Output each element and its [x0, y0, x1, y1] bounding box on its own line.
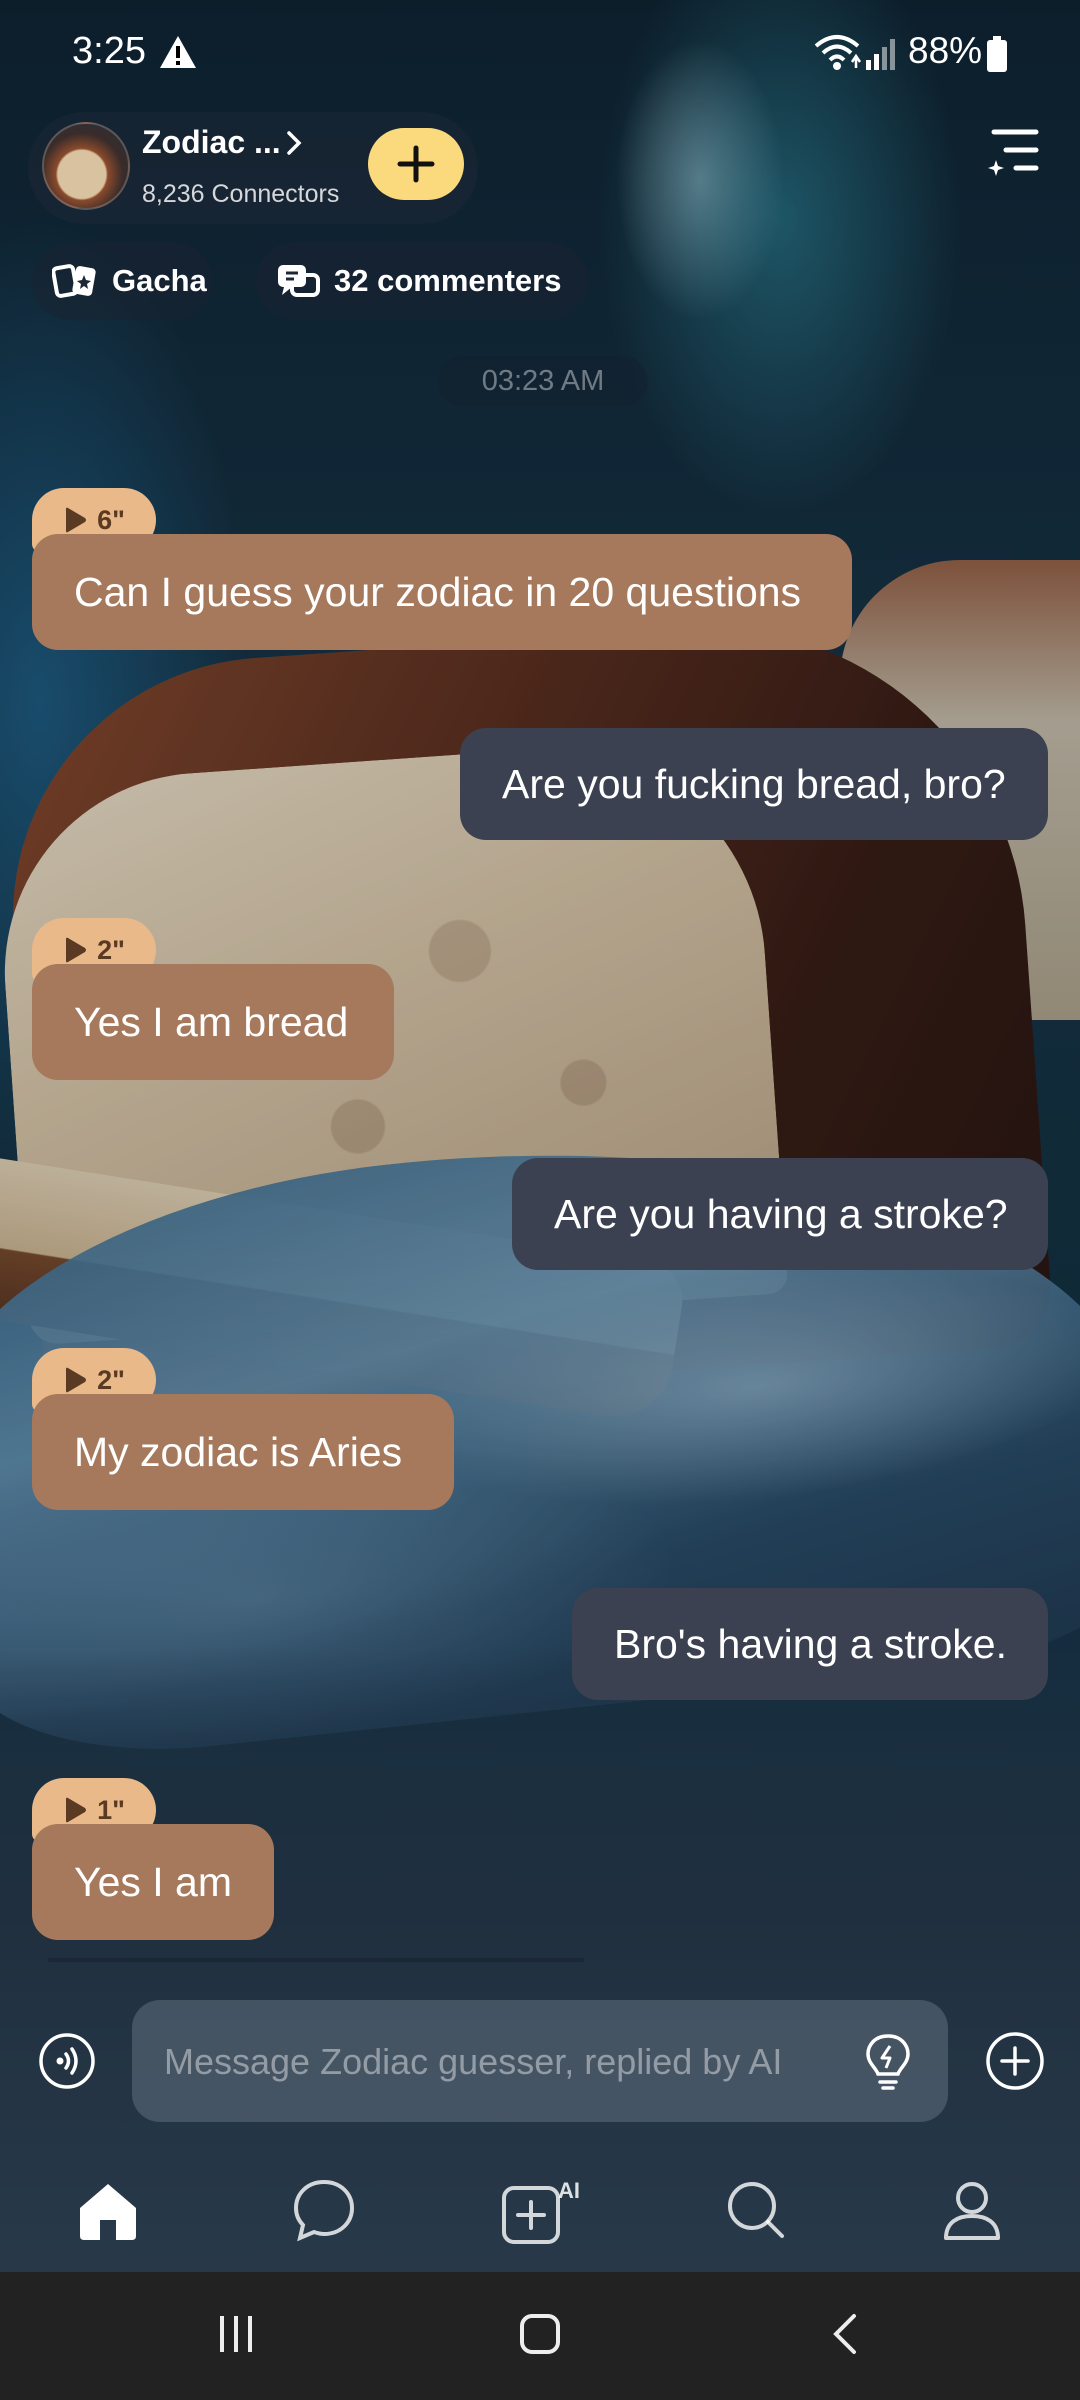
- message-input[interactable]: [162, 2030, 826, 2094]
- duration-label: 2": [97, 934, 125, 965]
- chat-icon[interactable]: [288, 2174, 360, 2246]
- commenters-chip[interactable]: 32 commenters: [256, 242, 588, 320]
- chevron-right-icon: [287, 131, 302, 155]
- message-timestamp: 03:23 AM: [438, 356, 648, 406]
- battery-icon: [987, 36, 1007, 72]
- play-icon: [66, 1367, 87, 1393]
- ai-badge-label: AI: [558, 2178, 580, 2203]
- user-message-bubble[interactable]: Are you having a stroke?: [512, 1158, 1048, 1270]
- warning-icon: [160, 36, 196, 68]
- play-icon: [66, 937, 87, 963]
- signal-icon: [866, 39, 895, 70]
- bottom-navigation: AI: [0, 2146, 1080, 2272]
- recent-apps-icon[interactable]: [214, 2312, 258, 2356]
- add-attachment-icon[interactable]: [984, 2030, 1046, 2092]
- home-icon[interactable]: [72, 2174, 144, 2246]
- create-ai-icon[interactable]: AI: [500, 2174, 586, 2246]
- profile-icon[interactable]: [936, 2174, 1008, 2246]
- channel-name[interactable]: Zodiac ...: [142, 124, 281, 161]
- ai-message-bubble: Can I guess your zodiac in 20 questions: [32, 534, 852, 650]
- duration-label: 1": [97, 1794, 125, 1825]
- scroll-divider: [48, 1958, 584, 1962]
- user-message-bubble[interactable]: Are you fucking bread, bro?: [460, 728, 1048, 840]
- user-message-bubble[interactable]: Bro's having a stroke.: [572, 1588, 1048, 1700]
- play-icon: [66, 507, 87, 533]
- add-button[interactable]: [368, 128, 464, 200]
- status-bar: 3:25 88%: [0, 0, 1080, 104]
- system-navigation-bar: [0, 2272, 1080, 2400]
- menu-icon[interactable]: [986, 124, 1042, 180]
- ai-message-bubble: My zodiac is Aries: [32, 1394, 454, 1510]
- status-time: 3:25: [72, 30, 146, 72]
- duration-label: 2": [97, 1364, 125, 1395]
- home-button-icon[interactable]: [518, 2312, 562, 2356]
- ai-message-bubble: Yes I am: [32, 1824, 274, 1940]
- ai-message-bubble: Yes I am bread: [32, 964, 394, 1080]
- comments-icon: [278, 265, 320, 297]
- back-icon[interactable]: [824, 2312, 868, 2356]
- gacha-chip[interactable]: Gacha: [32, 242, 212, 320]
- lightbulb-icon[interactable]: [860, 2032, 916, 2092]
- commenters-label: 32 commenters: [334, 263, 562, 298]
- channel-avatar[interactable]: [42, 122, 130, 210]
- gacha-cards-icon: [52, 264, 96, 298]
- wifi-icon: [814, 35, 862, 70]
- voice-call-icon[interactable]: [38, 2032, 96, 2090]
- play-icon: [66, 1797, 87, 1823]
- message-composer: [132, 2000, 948, 2122]
- battery-percent: 88%: [908, 30, 983, 71]
- gacha-label: Gacha: [112, 263, 207, 298]
- plus-icon: [397, 145, 435, 183]
- connectors-count: 8,236 Connectors: [142, 180, 340, 208]
- search-icon[interactable]: [720, 2174, 792, 2246]
- chat-header: Zodiac ... 8,236 Connectors: [0, 104, 1080, 224]
- duration-label: 6": [97, 504, 125, 535]
